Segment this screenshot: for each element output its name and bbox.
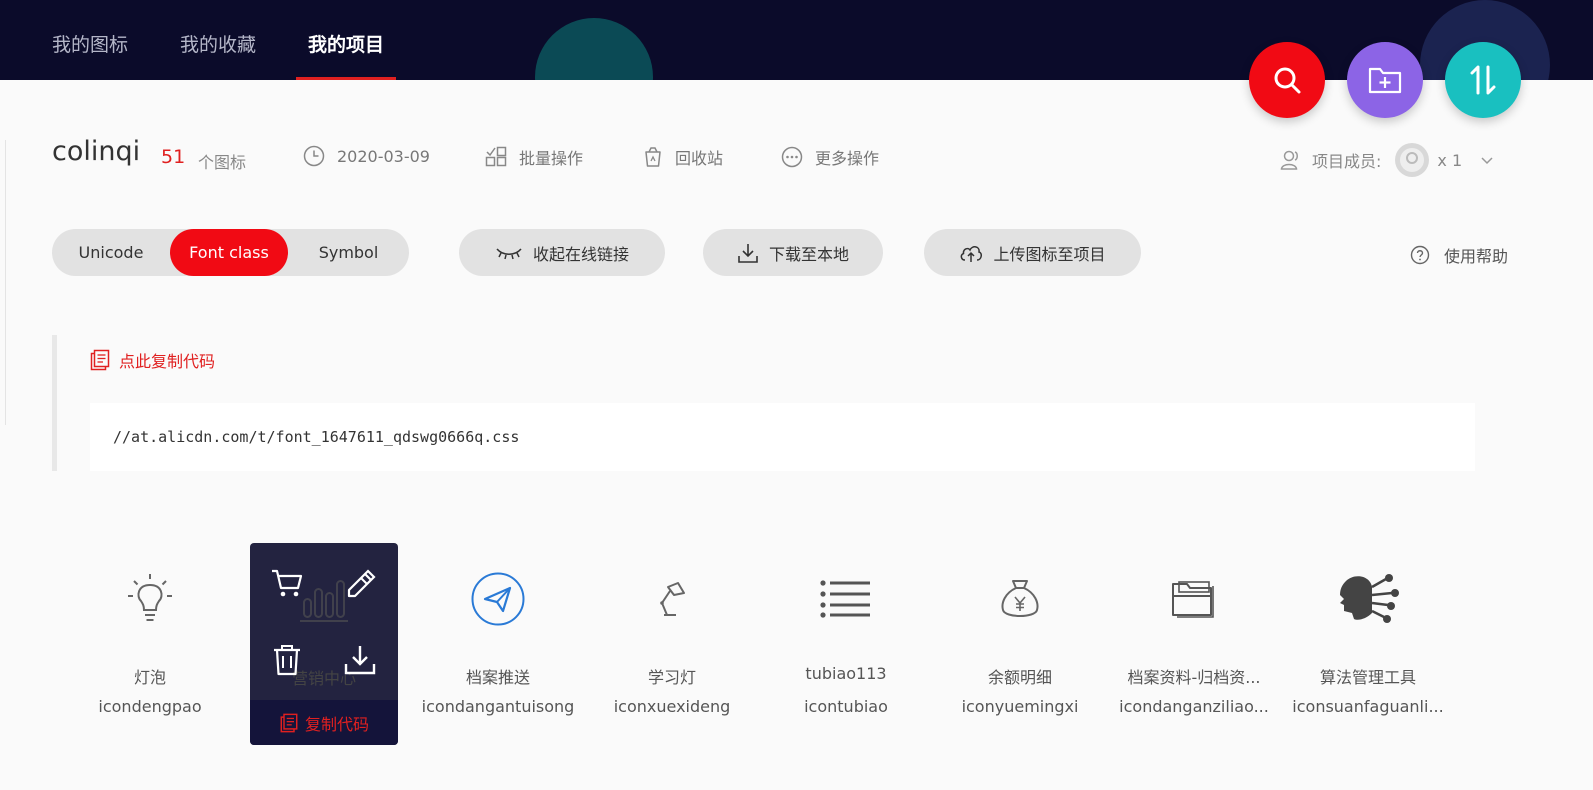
pencil-icon (347, 569, 376, 598)
recycle-bin-label: 回收站 (675, 149, 724, 168)
delete-icon-button[interactable] (267, 640, 307, 680)
icon-name: 档案推送 (465, 668, 530, 687)
icon-class: iconyuemingxi (961, 697, 1079, 716)
avatar (1395, 143, 1430, 177)
download-local-label: 下载至本地 (768, 244, 849, 264)
nav-tab-my-projects[interactable]: 我的项目 (296, 0, 397, 80)
project-date-text: 2020-03-09 (337, 146, 430, 166)
css-link-code[interactable]: //at.alicdn.com/t/font_1647611_qdswg0666… (90, 403, 1475, 471)
trash-icon (274, 645, 300, 676)
collapse-online-link-button[interactable]: 收起在线链接 (459, 229, 665, 276)
more-icon (781, 146, 803, 168)
icon-name: tubiao113 (805, 664, 887, 683)
folder-files-icon (1172, 581, 1214, 618)
desk-lamp-icon (660, 582, 685, 616)
upload-icons-button[interactable]: 上传图标至项目 (924, 229, 1141, 276)
batch-operations-label: 批量操作 (519, 149, 584, 168)
icon-name: 学习灯 (647, 668, 696, 687)
icon-class: iconsuanfaguanli... (1292, 697, 1444, 716)
project-date: 2020-03-09 (303, 145, 430, 167)
sort-icon (1470, 65, 1496, 95)
more-operations-label: 更多操作 (815, 149, 880, 168)
search-button[interactable] (1249, 42, 1325, 118)
format-unicode[interactable]: Unicode (52, 229, 170, 276)
icon-name: 余额明细 (987, 668, 1052, 687)
format-symbol[interactable]: Symbol (288, 229, 409, 276)
nav-tab-my-favorites[interactable]: 我的收藏 (180, 0, 256, 80)
icon-card[interactable]: 档案推送 icondangantuisong (408, 550, 588, 740)
icon-class: icondangantuisong (421, 697, 575, 716)
icon-name: 档案资料-归档资... (1127, 668, 1261, 687)
members-icon (1280, 150, 1298, 170)
members-count: x 1 (1437, 150, 1463, 170)
collapse-online-link-label: 收起在线链接 (532, 244, 629, 264)
batch-operations-button[interactable]: 批量操作 (485, 145, 583, 169)
main-nav: 我的图标 我的收藏 我的项目 (52, 0, 436, 80)
divider (5, 140, 6, 425)
help-link[interactable]: 使用帮助 (1410, 243, 1508, 267)
cart-icon (272, 569, 303, 597)
download-local-button[interactable]: 下载至本地 (703, 229, 883, 276)
copy-code-button[interactable]: 复制代码 (250, 700, 398, 745)
grid-icon (485, 146, 507, 167)
icon-card-hovered[interactable]: 营销中心 复制代码 (250, 543, 398, 745)
icon-card[interactable]: 学习灯 iconxuexideng (582, 550, 762, 740)
project-name: colinqi (52, 136, 141, 167)
user-icon (1400, 148, 1425, 172)
download-icon (738, 243, 758, 263)
more-operations-button[interactable]: 更多操作 (781, 145, 879, 169)
nav-tab-my-icons[interactable]: 我的图标 (52, 0, 128, 80)
chevron-down-icon (1481, 157, 1493, 165)
icon-name: 灯泡 (133, 668, 166, 687)
icon-count-unit: 个图标 (198, 153, 247, 172)
send-icon (471, 572, 525, 626)
download-icon (344, 646, 376, 675)
list-icon (820, 580, 870, 618)
icon-card[interactable]: 灯泡 icondengpao (60, 550, 240, 740)
search-icon (1274, 67, 1301, 94)
decor-bubble (535, 18, 653, 80)
project-members[interactable]: 项目成员: x 1 (1280, 143, 1494, 177)
code-block: 点此复制代码 //at.alicdn.com/t/font_1647611_qd… (52, 335, 1490, 471)
icon-class: icontubiao (804, 697, 888, 716)
sort-button[interactable] (1445, 42, 1521, 118)
icon-name: 算法管理工具 (1319, 668, 1416, 687)
clock-icon (303, 145, 325, 167)
add-folder-button[interactable] (1347, 42, 1423, 118)
lightbulb-icon (128, 574, 172, 621)
ai-head-icon (1340, 574, 1399, 623)
icon-card[interactable]: 余额明细 iconyuemingxi (930, 550, 1110, 740)
copy-code-link[interactable]: 点此复制代码 (89, 348, 215, 372)
icon-card[interactable]: 档案资料-归档资... icondanganziliao... (1104, 550, 1284, 740)
help-label: 使用帮助 (1444, 247, 1509, 266)
format-switch: Unicode Font class Symbol (52, 229, 409, 276)
icon-card[interactable]: 算法管理工具 iconsuanfaguanli... (1278, 550, 1458, 740)
icon-class: icondengpao (98, 697, 202, 716)
recycle-bin-button[interactable]: 回收站 (643, 145, 723, 169)
copy-code-label: 点此复制代码 (119, 352, 216, 371)
question-icon (1410, 245, 1430, 265)
recycle-bin-icon (645, 147, 661, 167)
copy-code-label: 复制代码 (304, 714, 369, 734)
folder-add-icon (1368, 67, 1402, 94)
icon-class: iconxuexideng (613, 697, 731, 716)
download-icon-button[interactable] (340, 640, 380, 680)
add-to-cart-button[interactable] (267, 563, 307, 603)
icon-class: icondanganziliao... (1119, 697, 1269, 716)
money-bag-icon (1001, 580, 1039, 617)
format-font-class[interactable]: Font class (170, 229, 288, 276)
eye-closed-icon (496, 247, 522, 259)
cloud-upload-icon (961, 245, 983, 262)
copy-icon (280, 713, 298, 732)
members-label: 项目成员: (1312, 152, 1382, 171)
copy-icon (90, 349, 110, 371)
icon-card[interactable]: tubiao113 icontubiao (756, 550, 936, 740)
upload-icons-label: 上传图标至项目 (993, 244, 1106, 264)
icon-count: 51 (161, 146, 186, 168)
edit-icon-button[interactable] (340, 563, 380, 603)
